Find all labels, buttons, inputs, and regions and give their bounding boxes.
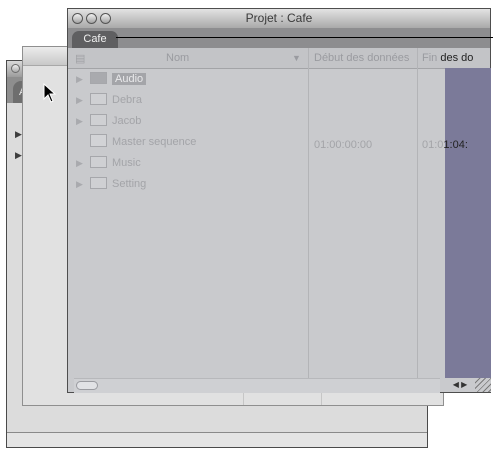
scroll-left-icon[interactable]: ◀ — [453, 380, 459, 389]
window-title: Projet : Cafe — [245, 11, 313, 25]
resize-grip-icon[interactable] — [475, 378, 491, 392]
bin-icon: ▤ — [75, 53, 86, 65]
close-icon[interactable] — [11, 64, 20, 73]
list-item-label: Debra — [112, 94, 142, 106]
column-divider — [308, 48, 309, 378]
project-tabstrip — [68, 28, 490, 48]
column-divider — [417, 48, 418, 378]
sort-arrow-icon[interactable]: ▼ — [292, 53, 301, 63]
sequence-start-timecode: 01:00:00:00 — [314, 139, 373, 151]
disclosure-triangle-icon[interactable]: ▶ — [76, 112, 86, 130]
sequence-end-timecode: 01:01:04: — [422, 139, 468, 151]
overlapped-window-area — [445, 68, 491, 378]
scroll-arrows[interactable]: ◀ ▶ — [446, 378, 474, 392]
project-window: Projet : Cafe Cafe ▤ Nom ▼ Début des don… — [67, 8, 491, 393]
list-item-audio[interactable]: ▶ Audio — [76, 70, 147, 90]
folder-icon — [90, 177, 107, 189]
list-item-music[interactable]: ▶ Music — [76, 154, 141, 174]
disclosure-triangle-icon[interactable]: ▶ — [76, 175, 86, 193]
list-item-setting[interactable]: ▶ Setting — [76, 175, 146, 195]
folder-icon — [90, 72, 107, 84]
arrow-cursor-icon — [43, 83, 57, 103]
disclosure-triangle-icon[interactable]: ▶ — [76, 70, 86, 88]
column-header-end-visible: des do — [440, 52, 474, 64]
column-header-end-prefix: Fin — [422, 52, 438, 64]
sequence-end-visible: 1:04: — [443, 139, 468, 151]
disclosure-triangle-icon[interactable]: ▶ — [15, 129, 22, 139]
scrollbar-thumb[interactable] — [76, 381, 98, 390]
sequence-end-prefix: 01:0 — [422, 139, 444, 151]
tab-cafe[interactable]: Cafe — [72, 31, 118, 48]
disclosure-triangle-icon[interactable]: ▶ — [76, 154, 86, 172]
list-item-label: Music — [112, 157, 141, 169]
folder-icon — [90, 156, 107, 168]
list-item-label: Master sequence — [112, 136, 197, 148]
callout-line — [116, 37, 493, 38]
folder-icon — [90, 93, 107, 105]
scroll-right-icon[interactable]: ▶ — [461, 380, 467, 389]
list-item-label: Audio — [112, 73, 147, 85]
list-item-jacob[interactable]: ▶ Jacob — [76, 112, 141, 132]
sequence-icon — [90, 134, 107, 147]
horizontal-scrollbar[interactable] — [74, 378, 440, 393]
folder-icon — [90, 114, 107, 126]
disclosure-triangle-icon[interactable]: ▶ — [76, 91, 86, 109]
list-item-debra[interactable]: ▶ Debra — [76, 91, 142, 111]
column-header-start[interactable]: Début des données — [314, 52, 409, 64]
list-item-label: Jacob — [112, 115, 142, 127]
audio-bin-scrollbar[interactable] — [7, 432, 427, 447]
list-item-master-sequence[interactable]: Master sequence — [76, 133, 196, 153]
column-header-end[interactable]: Fin des do — [422, 52, 473, 64]
disclosure-triangle-icon[interactable]: ▶ — [15, 150, 22, 160]
list-item-label: Setting — [112, 178, 147, 190]
column-header-name[interactable]: Nom — [166, 52, 189, 64]
